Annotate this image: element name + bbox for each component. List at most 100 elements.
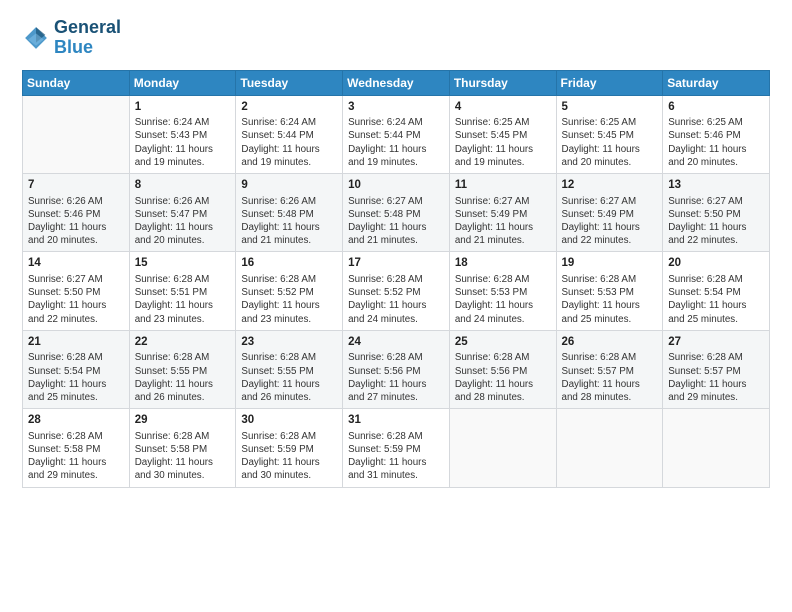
calendar-cell: 22Sunrise: 6:28 AMSunset: 5:55 PMDayligh… xyxy=(129,330,236,408)
day-info: Sunrise: 6:25 AMSunset: 5:45 PMDaylight:… xyxy=(455,116,552,169)
calendar-cell: 19Sunrise: 6:28 AMSunset: 5:53 PMDayligh… xyxy=(556,252,663,330)
day-number: 18 xyxy=(455,256,552,272)
calendar-cell: 21Sunrise: 6:28 AMSunset: 5:54 PMDayligh… xyxy=(23,330,130,408)
day-number: 16 xyxy=(241,256,338,272)
day-info: Sunrise: 6:28 AMSunset: 5:53 PMDaylight:… xyxy=(562,273,659,326)
day-number: 12 xyxy=(562,178,659,194)
week-row-2: 7Sunrise: 6:26 AMSunset: 5:46 PMDaylight… xyxy=(23,173,770,251)
day-info: Sunrise: 6:28 AMSunset: 5:51 PMDaylight:… xyxy=(135,273,232,326)
calendar-cell: 30Sunrise: 6:28 AMSunset: 5:59 PMDayligh… xyxy=(236,409,343,487)
calendar-cell: 23Sunrise: 6:28 AMSunset: 5:55 PMDayligh… xyxy=(236,330,343,408)
day-number: 10 xyxy=(348,178,445,194)
calendar-cell: 25Sunrise: 6:28 AMSunset: 5:56 PMDayligh… xyxy=(449,330,556,408)
day-number: 19 xyxy=(562,256,659,272)
calendar-cell: 8Sunrise: 6:26 AMSunset: 5:47 PMDaylight… xyxy=(129,173,236,251)
calendar-cell: 26Sunrise: 6:28 AMSunset: 5:57 PMDayligh… xyxy=(556,330,663,408)
day-number: 30 xyxy=(241,413,338,429)
day-info: Sunrise: 6:26 AMSunset: 5:47 PMDaylight:… xyxy=(135,195,232,248)
week-row-3: 14Sunrise: 6:27 AMSunset: 5:50 PMDayligh… xyxy=(23,252,770,330)
logo-text: General Blue xyxy=(54,18,121,58)
day-info: Sunrise: 6:27 AMSunset: 5:50 PMDaylight:… xyxy=(28,273,125,326)
day-info: Sunrise: 6:28 AMSunset: 5:52 PMDaylight:… xyxy=(348,273,445,326)
day-header-saturday: Saturday xyxy=(663,70,770,95)
calendar-cell: 6Sunrise: 6:25 AMSunset: 5:46 PMDaylight… xyxy=(663,95,770,173)
day-info: Sunrise: 6:28 AMSunset: 5:54 PMDaylight:… xyxy=(28,351,125,404)
day-number: 28 xyxy=(28,413,125,429)
day-number: 26 xyxy=(562,335,659,351)
header: General Blue xyxy=(22,18,770,58)
day-number: 9 xyxy=(241,178,338,194)
day-header-wednesday: Wednesday xyxy=(343,70,450,95)
day-info: Sunrise: 6:28 AMSunset: 5:57 PMDaylight:… xyxy=(668,351,765,404)
calendar-cell xyxy=(663,409,770,487)
day-number: 1 xyxy=(135,100,232,116)
calendar-cell xyxy=(449,409,556,487)
calendar-cell: 10Sunrise: 6:27 AMSunset: 5:48 PMDayligh… xyxy=(343,173,450,251)
day-number: 21 xyxy=(28,335,125,351)
day-number: 8 xyxy=(135,178,232,194)
day-header-monday: Monday xyxy=(129,70,236,95)
calendar-cell: 11Sunrise: 6:27 AMSunset: 5:49 PMDayligh… xyxy=(449,173,556,251)
day-number: 3 xyxy=(348,100,445,116)
day-number: 2 xyxy=(241,100,338,116)
day-info: Sunrise: 6:24 AMSunset: 5:44 PMDaylight:… xyxy=(241,116,338,169)
day-header-tuesday: Tuesday xyxy=(236,70,343,95)
day-info: Sunrise: 6:27 AMSunset: 5:49 PMDaylight:… xyxy=(455,195,552,248)
calendar-cell: 31Sunrise: 6:28 AMSunset: 5:59 PMDayligh… xyxy=(343,409,450,487)
day-info: Sunrise: 6:28 AMSunset: 5:59 PMDaylight:… xyxy=(348,430,445,483)
day-info: Sunrise: 6:25 AMSunset: 5:46 PMDaylight:… xyxy=(668,116,765,169)
logo: General Blue xyxy=(22,18,121,58)
calendar-cell: 15Sunrise: 6:28 AMSunset: 5:51 PMDayligh… xyxy=(129,252,236,330)
day-number: 24 xyxy=(348,335,445,351)
day-header-sunday: Sunday xyxy=(23,70,130,95)
day-info: Sunrise: 6:28 AMSunset: 5:53 PMDaylight:… xyxy=(455,273,552,326)
logo-icon xyxy=(22,24,50,52)
day-info: Sunrise: 6:27 AMSunset: 5:50 PMDaylight:… xyxy=(668,195,765,248)
day-number: 11 xyxy=(455,178,552,194)
page: General Blue SundayMondayTuesdayWednesda… xyxy=(0,0,792,612)
calendar-cell xyxy=(23,95,130,173)
week-row-4: 21Sunrise: 6:28 AMSunset: 5:54 PMDayligh… xyxy=(23,330,770,408)
day-info: Sunrise: 6:27 AMSunset: 5:49 PMDaylight:… xyxy=(562,195,659,248)
day-number: 17 xyxy=(348,256,445,272)
calendar-cell: 13Sunrise: 6:27 AMSunset: 5:50 PMDayligh… xyxy=(663,173,770,251)
day-number: 29 xyxy=(135,413,232,429)
day-info: Sunrise: 6:25 AMSunset: 5:45 PMDaylight:… xyxy=(562,116,659,169)
day-number: 23 xyxy=(241,335,338,351)
calendar-cell xyxy=(556,409,663,487)
day-number: 5 xyxy=(562,100,659,116)
day-info: Sunrise: 6:28 AMSunset: 5:57 PMDaylight:… xyxy=(562,351,659,404)
day-number: 25 xyxy=(455,335,552,351)
calendar-cell: 5Sunrise: 6:25 AMSunset: 5:45 PMDaylight… xyxy=(556,95,663,173)
day-info: Sunrise: 6:28 AMSunset: 5:54 PMDaylight:… xyxy=(668,273,765,326)
calendar-cell: 27Sunrise: 6:28 AMSunset: 5:57 PMDayligh… xyxy=(663,330,770,408)
day-number: 6 xyxy=(668,100,765,116)
days-header-row: SundayMondayTuesdayWednesdayThursdayFrid… xyxy=(23,70,770,95)
calendar-cell: 20Sunrise: 6:28 AMSunset: 5:54 PMDayligh… xyxy=(663,252,770,330)
day-info: Sunrise: 6:26 AMSunset: 5:48 PMDaylight:… xyxy=(241,195,338,248)
calendar-cell: 2Sunrise: 6:24 AMSunset: 5:44 PMDaylight… xyxy=(236,95,343,173)
calendar-cell: 9Sunrise: 6:26 AMSunset: 5:48 PMDaylight… xyxy=(236,173,343,251)
day-info: Sunrise: 6:27 AMSunset: 5:48 PMDaylight:… xyxy=(348,195,445,248)
day-number: 13 xyxy=(668,178,765,194)
calendar-cell: 12Sunrise: 6:27 AMSunset: 5:49 PMDayligh… xyxy=(556,173,663,251)
calendar-cell: 14Sunrise: 6:27 AMSunset: 5:50 PMDayligh… xyxy=(23,252,130,330)
day-number: 4 xyxy=(455,100,552,116)
calendar-table: SundayMondayTuesdayWednesdayThursdayFrid… xyxy=(22,70,770,488)
day-info: Sunrise: 6:28 AMSunset: 5:52 PMDaylight:… xyxy=(241,273,338,326)
day-number: 22 xyxy=(135,335,232,351)
calendar-cell: 7Sunrise: 6:26 AMSunset: 5:46 PMDaylight… xyxy=(23,173,130,251)
day-number: 31 xyxy=(348,413,445,429)
calendar-cell: 18Sunrise: 6:28 AMSunset: 5:53 PMDayligh… xyxy=(449,252,556,330)
day-info: Sunrise: 6:28 AMSunset: 5:55 PMDaylight:… xyxy=(241,351,338,404)
calendar-cell: 29Sunrise: 6:28 AMSunset: 5:58 PMDayligh… xyxy=(129,409,236,487)
day-info: Sunrise: 6:28 AMSunset: 5:56 PMDaylight:… xyxy=(348,351,445,404)
week-row-1: 1Sunrise: 6:24 AMSunset: 5:43 PMDaylight… xyxy=(23,95,770,173)
day-number: 15 xyxy=(135,256,232,272)
day-info: Sunrise: 6:28 AMSunset: 5:56 PMDaylight:… xyxy=(455,351,552,404)
calendar-cell: 3Sunrise: 6:24 AMSunset: 5:44 PMDaylight… xyxy=(343,95,450,173)
day-number: 7 xyxy=(28,178,125,194)
day-number: 20 xyxy=(668,256,765,272)
week-row-5: 28Sunrise: 6:28 AMSunset: 5:58 PMDayligh… xyxy=(23,409,770,487)
calendar-cell: 17Sunrise: 6:28 AMSunset: 5:52 PMDayligh… xyxy=(343,252,450,330)
